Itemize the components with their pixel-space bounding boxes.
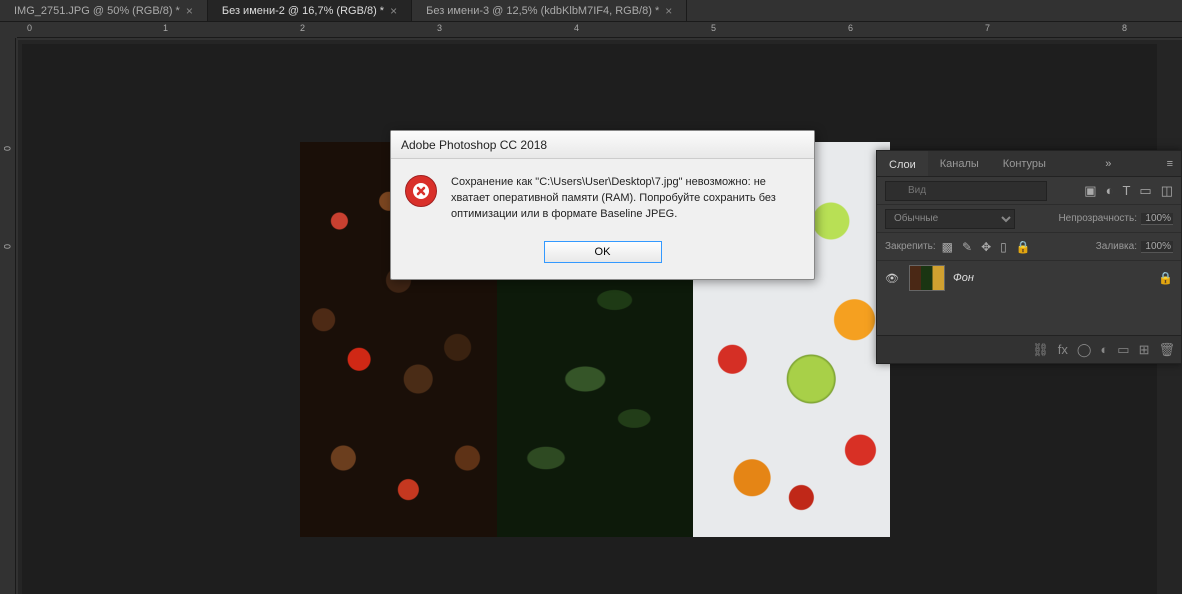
close-icon[interactable]: × [390, 4, 397, 18]
ruler-tick: 4 [574, 23, 579, 33]
filter-pixel-icon[interactable]: ▣ [1084, 183, 1096, 199]
fill-label: Заливка: [1096, 241, 1137, 252]
ruler-tick: 0 [27, 23, 32, 33]
ruler-tick: 3 [437, 23, 442, 33]
tab-label: Без имени-2 @ 16,7% (RGB/8) * [222, 5, 384, 17]
tab-document-2[interactable]: Без имени-2 @ 16,7% (RGB/8) * × [208, 0, 412, 21]
document-tabs: IMG_2751.JPG @ 50% (RGB/8) * × Без имени… [0, 0, 1182, 22]
close-icon[interactable]: × [665, 4, 672, 18]
ruler-horizontal: 0 1 2 3 4 5 6 7 8 [17, 22, 1182, 38]
menu-icon[interactable]: ≡ [1159, 151, 1181, 176]
blend-row: Обычные Непрозрачность: 100% [877, 205, 1181, 233]
mask-icon[interactable]: ◯ [1077, 342, 1092, 358]
ok-button[interactable]: OK [544, 241, 662, 263]
tab-label: Без имени-3 @ 12,5% (kdbKlbM7IF4, RGB/8)… [426, 5, 659, 17]
lock-icon[interactable]: 🔒 [1158, 271, 1173, 285]
blend-mode-select[interactable]: Обычные [885, 209, 1015, 229]
lock-artboard-icon[interactable]: ▯ [1000, 240, 1007, 254]
lock-row: Закрепить: ▩ ✎ ✥ ▯ 🔒 Заливка: 100% [877, 233, 1181, 261]
collapse-icon[interactable]: » [1097, 151, 1119, 176]
ruler-tick: 5 [711, 23, 716, 33]
filter-shape-icon[interactable]: ▭ [1139, 183, 1151, 199]
tab-layers[interactable]: Слои [877, 151, 928, 176]
close-icon[interactable]: × [186, 4, 193, 18]
layer-filter-input[interactable] [885, 181, 1047, 201]
tab-document-1[interactable]: IMG_2751.JPG @ 50% (RGB/8) * × [0, 0, 208, 21]
lock-all-icon[interactable]: 🔒 [1016, 240, 1031, 254]
lock-transparent-icon[interactable]: ▩ [942, 240, 953, 254]
lock-label: Закрепить: [885, 241, 936, 252]
trash-icon[interactable]: 🗑 [1158, 342, 1175, 358]
layer-thumbnail[interactable] [909, 265, 945, 291]
fx-icon[interactable]: fx [1058, 342, 1068, 357]
filter-smart-icon[interactable]: ◫ [1161, 183, 1173, 199]
opacity-label: Непрозрачность: [1058, 213, 1137, 224]
ruler-tick: 0 [2, 146, 12, 151]
tab-paths[interactable]: Контуры [991, 151, 1058, 176]
ruler-tick: 1 [163, 23, 168, 33]
ruler-tick: 8 [1122, 23, 1127, 33]
panel-tabs: Слои Каналы Контуры » ≡ [877, 151, 1181, 177]
error-icon [405, 175, 437, 207]
dialog-body: Сохранение как "C:\Users\User\Desktop\7.… [391, 159, 814, 241]
layer-name[interactable]: Фон [953, 272, 974, 284]
opacity-value[interactable]: 100% [1141, 213, 1173, 225]
filter-type-icon[interactable]: T [1122, 183, 1130, 199]
filter-type-icons: ▣ ◐ T ▭ ◫ [1084, 183, 1173, 199]
error-dialog: Adobe Photoshop CC 2018 Сохранение как "… [390, 130, 815, 280]
filter-adjust-icon[interactable]: ◐ [1106, 183, 1114, 199]
panel-footer: ⛓ fx ◯ ◐ ▭ ⊞ 🗑 [877, 335, 1181, 363]
lock-move-icon[interactable]: ✥ [981, 240, 991, 254]
group-icon[interactable]: ▭ [1117, 342, 1129, 358]
ruler-tick: 7 [985, 23, 990, 33]
dialog-title: Adobe Photoshop CC 2018 [391, 131, 814, 159]
tab-label: IMG_2751.JPG @ 50% (RGB/8) * [14, 5, 180, 17]
visibility-icon[interactable]: 👁 [885, 272, 901, 285]
link-icon[interactable]: ⛓ [1032, 342, 1049, 358]
ruler-tick: 0 [2, 244, 12, 249]
layer-filter-row: ▣ ◐ T ▭ ◫ [877, 177, 1181, 205]
ruler-tick: 2 [300, 23, 305, 33]
tab-document-3[interactable]: Без имени-3 @ 12,5% (kdbKlbM7IF4, RGB/8)… [412, 0, 687, 21]
layers-panel: Слои Каналы Контуры » ≡ ▣ ◐ T ▭ ◫ Обычны… [876, 150, 1182, 364]
fill-value[interactable]: 100% [1141, 241, 1173, 253]
lock-brush-icon[interactable]: ✎ [962, 240, 972, 254]
dialog-message: Сохранение как "C:\Users\User\Desktop\7.… [451, 175, 800, 223]
tab-channels[interactable]: Каналы [928, 151, 991, 176]
new-layer-icon[interactable]: ⊞ [1139, 342, 1150, 358]
adjustment-icon[interactable]: ◐ [1100, 342, 1108, 357]
layer-list: 👁 Фон 🔒 [877, 261, 1181, 335]
ruler-vertical: 0 0 [0, 38, 16, 594]
dialog-buttons: OK [391, 241, 814, 279]
ruler-tick: 6 [848, 23, 853, 33]
layer-item[interactable]: 👁 Фон 🔒 [877, 261, 1181, 295]
